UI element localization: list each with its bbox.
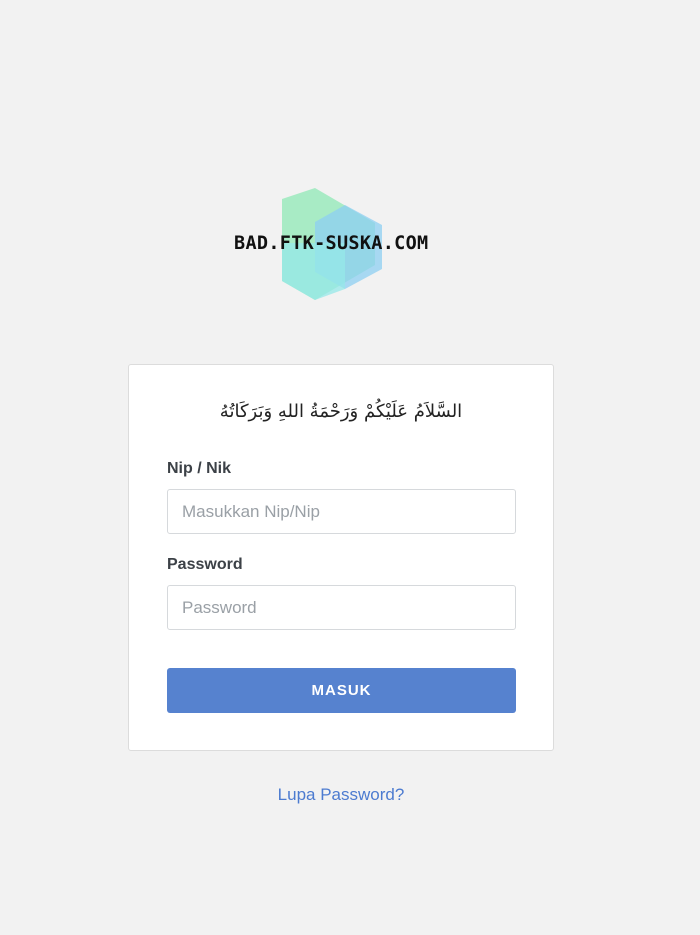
greeting-text: السَّلاَمُ عَلَيْكُمْ وَرَحْمَةُ اللهِ و… bbox=[219, 401, 463, 422]
login-card: السَّلاَمُ عَلَيْكُمْ وَرَحْمَةُ اللهِ و… bbox=[128, 364, 554, 751]
nip-input[interactable] bbox=[167, 489, 516, 534]
password-label: Password bbox=[167, 556, 243, 573]
nip-label: Nip / Nik bbox=[167, 460, 232, 477]
password-input[interactable] bbox=[167, 585, 516, 630]
site-logo: BAD.FTK-SUSKA.COM bbox=[225, 185, 460, 305]
forgot-password-link[interactable]: Lupa Password? bbox=[0, 785, 682, 805]
logo-text: BAD.FTK-SUSKA.COM bbox=[234, 233, 429, 254]
submit-button[interactable]: MASUK bbox=[167, 668, 516, 713]
